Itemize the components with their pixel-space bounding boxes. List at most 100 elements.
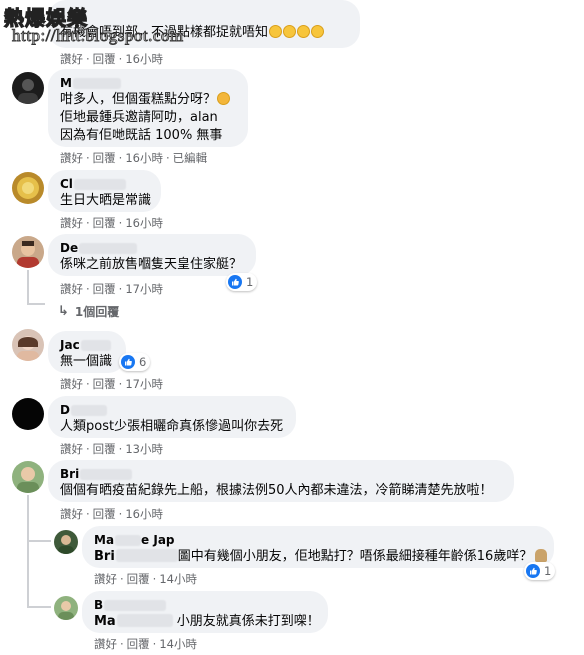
commenter-name[interactable]: Bri bbox=[60, 467, 502, 482]
avatar[interactable] bbox=[12, 461, 44, 493]
comment-bubble: D 人類post少張相曬命真係慘過叫你去死 bbox=[48, 396, 296, 438]
like-link[interactable]: 讚好 bbox=[60, 442, 83, 456]
emoji-icon bbox=[269, 25, 283, 38]
comment-actions: 讚好 · 回覆 · 17小時 bbox=[60, 282, 163, 296]
reply-bubble: B Ma 小朋友就真係未打到㗎！ bbox=[82, 591, 328, 633]
replier-name[interactable]: B bbox=[94, 598, 316, 613]
mentioned-name[interactable]: Bri bbox=[94, 549, 115, 564]
reply-link[interactable]: 回覆 bbox=[93, 216, 116, 230]
timestamp[interactable]: 13小時 bbox=[125, 442, 163, 456]
reaction-count[interactable]: 6 bbox=[119, 353, 151, 371]
reply-link[interactable]: 回覆 bbox=[93, 377, 116, 391]
timestamp[interactable]: 16小時 bbox=[125, 216, 163, 230]
comment-text: 人類post少張相曬命真係慘過叫你去死 bbox=[60, 419, 284, 434]
reply-actions: 讚好 · 回覆 · 14小時 bbox=[94, 572, 197, 586]
comment-actions: 讚好 · 回覆 · 13小時 bbox=[60, 442, 163, 456]
like-link[interactable]: 讚好 bbox=[94, 572, 117, 586]
comment-line: 咁多人，但個蛋糕點分呀？ bbox=[60, 91, 236, 109]
timestamp[interactable]: 16小時 bbox=[125, 151, 163, 165]
commenter-name[interactable]: De bbox=[60, 241, 244, 256]
avatar-image-icon bbox=[58, 535, 74, 554]
like-link[interactable]: 讚好 bbox=[60, 216, 83, 230]
watermark-url: http://hitt.blogspot.com bbox=[12, 26, 184, 46]
comment-bubble: M 咁多人，但個蛋糕點分呀？ 佢地最鍾兵邀請阿叻，alan 因為有佢哋既話 10… bbox=[48, 69, 248, 147]
timestamp[interactable]: 17小時 bbox=[125, 377, 163, 391]
commenter-name[interactable]: Cl bbox=[60, 177, 149, 192]
timestamp[interactable]: 16小時 bbox=[125, 52, 163, 66]
reply-link[interactable]: 回覆 bbox=[127, 572, 150, 586]
comment-bubble: Cl 生日大晒是常識 bbox=[48, 170, 161, 212]
timestamp[interactable]: 14小時 bbox=[159, 572, 197, 586]
avatar-image-icon bbox=[17, 336, 39, 361]
timestamp[interactable]: 14小時 bbox=[159, 637, 197, 651]
sad-emoji-icon bbox=[217, 92, 231, 105]
comment-text: 係咪之前放售嗰隻天皇住家艇？ bbox=[60, 257, 243, 272]
edited-label: 已編輯 bbox=[172, 151, 208, 165]
commenter-name[interactable]: Jac bbox=[60, 338, 114, 353]
comment-text: 無一個識 bbox=[60, 354, 113, 369]
avatar[interactable] bbox=[54, 596, 78, 620]
person-emoji-icon bbox=[535, 549, 548, 562]
reaction-count[interactable]: 1 bbox=[524, 562, 556, 580]
thread-connector bbox=[27, 270, 29, 304]
emoji-icon bbox=[311, 25, 325, 38]
thread-connector bbox=[27, 495, 29, 607]
avatar[interactable] bbox=[12, 236, 44, 268]
like-link[interactable]: 讚好 bbox=[60, 507, 83, 521]
like-link[interactable]: 讚好 bbox=[60, 52, 83, 66]
avatar[interactable] bbox=[12, 329, 44, 361]
reply-link[interactable]: 回覆 bbox=[93, 282, 116, 296]
reply-actions: 讚好 · 回覆 · 14小時 bbox=[94, 637, 197, 651]
like-link[interactable]: 讚好 bbox=[94, 637, 117, 651]
like-icon bbox=[526, 564, 540, 578]
comment-line: 因為有佢哋既話 100% 無事 bbox=[60, 128, 223, 143]
reply-link[interactable]: 回覆 bbox=[127, 637, 150, 651]
emoji-icon bbox=[297, 25, 311, 38]
comment-actions: 讚好 · 回覆 · 17小時 bbox=[60, 377, 163, 391]
reply-text: Bri 圖中有幾個小朋友，佢地點打？唔係最細接種年齡係16歲咩？ bbox=[94, 548, 548, 566]
reply-arrow-icon: ↳ bbox=[58, 304, 69, 319]
reply-link[interactable]: 回覆 bbox=[93, 151, 116, 165]
comment-bubble: De 係咪之前放售嗰隻天皇住家艇？ bbox=[48, 234, 256, 276]
thread-connector bbox=[27, 606, 51, 608]
avatar-image-icon bbox=[58, 601, 74, 620]
comment-bubble: Bri 個個有晒疫苗紀錄先上船，根據法例50人內都未違法，冷箭睇清楚先放啦！ bbox=[48, 460, 514, 502]
avatar[interactable] bbox=[12, 72, 44, 104]
avatar-image-icon bbox=[17, 177, 39, 199]
comment-actions: 讚好 · 回覆 · 16小時 · 已編輯 bbox=[60, 151, 208, 165]
like-link[interactable]: 讚好 bbox=[60, 377, 83, 391]
like-icon bbox=[228, 275, 242, 289]
like-link[interactable]: 讚好 bbox=[60, 151, 83, 165]
reply-link[interactable]: 回覆 bbox=[93, 507, 116, 521]
avatar[interactable] bbox=[12, 398, 44, 430]
comment-text: 個個有晒疫苗紀錄先上船，根據法例50人內都未違法，冷箭睇清楚先放啦！ bbox=[60, 483, 493, 498]
reply-text: Ma 小朋友就真係未打到㗎！ bbox=[94, 614, 320, 629]
reply-bubble: Ma e Jap Bri 圖中有幾個小朋友，佢地點打？唔係最細接種年齡係16歲咩？ bbox=[82, 526, 554, 568]
avatar-image-icon bbox=[18, 79, 38, 104]
avatar[interactable] bbox=[54, 530, 78, 554]
comment-bubble: Jac 無一個識 bbox=[48, 331, 126, 373]
reply-link[interactable]: 回覆 bbox=[93, 52, 116, 66]
comment-text: 生日大晒是常識 bbox=[60, 193, 152, 208]
view-replies-link[interactable]: ↳ 1個回覆 bbox=[58, 303, 119, 320]
avatar-image-icon bbox=[17, 467, 39, 493]
commenter-name[interactable]: D bbox=[60, 403, 284, 418]
comment-actions: 讚好 · 回覆 · 16小時 bbox=[60, 216, 163, 230]
comment-line: 佢地最鍾兵邀請阿叻，alan bbox=[60, 110, 218, 125]
mentioned-name[interactable]: Ma bbox=[94, 614, 116, 629]
reaction-count[interactable]: 1 bbox=[226, 273, 258, 291]
like-link[interactable]: 讚好 bbox=[60, 282, 83, 296]
replier-name[interactable]: Ma e Jap bbox=[94, 533, 542, 548]
reply-link[interactable]: 回覆 bbox=[93, 442, 116, 456]
avatar-image-icon bbox=[17, 241, 39, 268]
timestamp[interactable]: 16小時 bbox=[125, 507, 163, 521]
comment-actions: 讚好 · 回覆 · 16小時 bbox=[60, 507, 163, 521]
timestamp[interactable]: 17小時 bbox=[125, 282, 163, 296]
thread-connector bbox=[27, 540, 51, 542]
comment-actions: 讚好 · 回覆 · 16小時 bbox=[60, 52, 163, 66]
like-icon bbox=[121, 355, 135, 369]
emoji-icon bbox=[283, 25, 297, 38]
avatar[interactable] bbox=[12, 172, 44, 204]
commenter-name[interactable]: M bbox=[60, 76, 236, 91]
thread-connector bbox=[27, 303, 45, 305]
